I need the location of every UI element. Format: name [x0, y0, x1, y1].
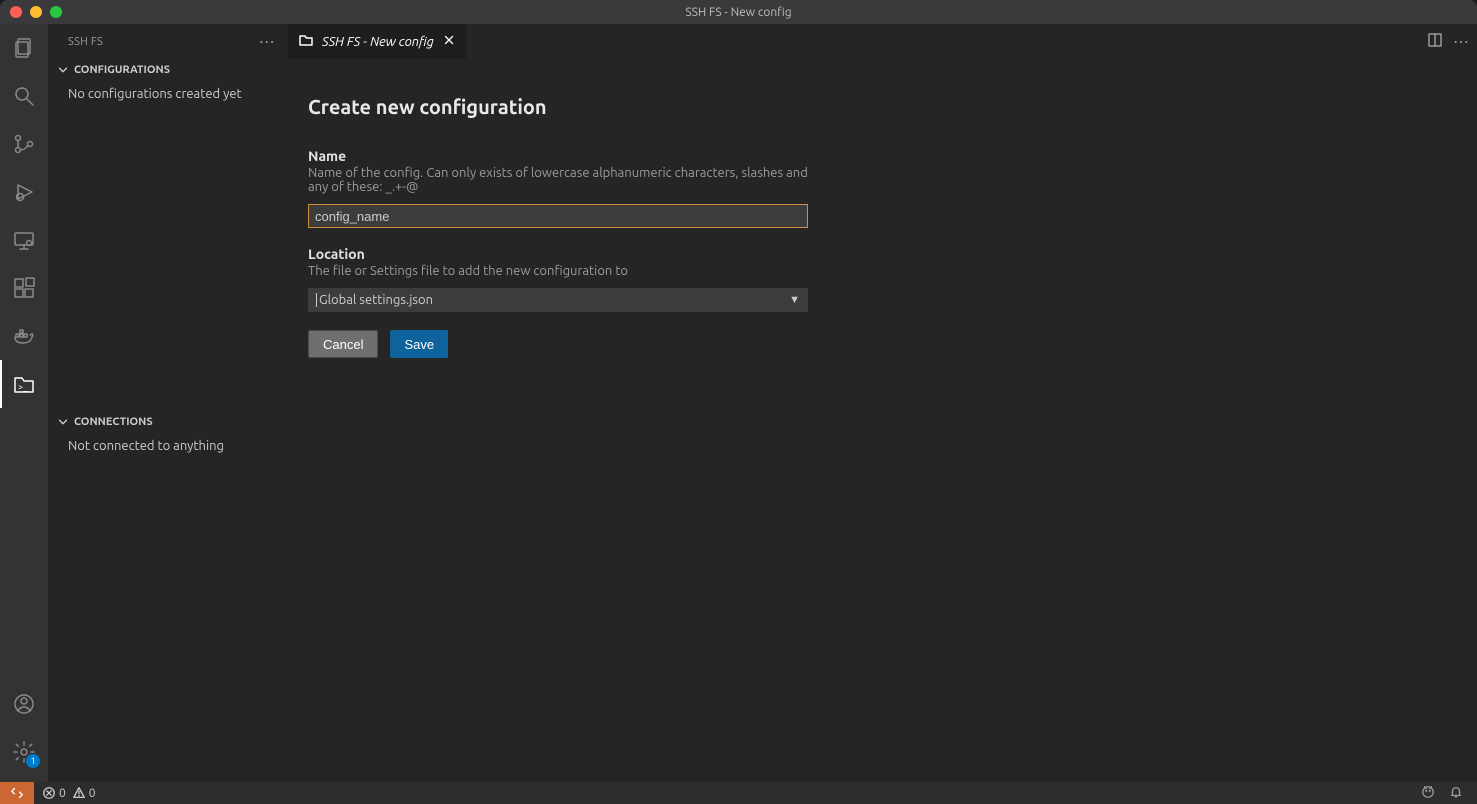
save-button[interactable]: Save [390, 330, 448, 358]
section-label-configurations: CONFIGURATIONS [74, 64, 170, 76]
search-icon[interactable] [0, 72, 48, 120]
run-debug-icon[interactable] [0, 168, 48, 216]
window-minimize-button[interactable] [30, 6, 42, 18]
remote-indicator[interactable] [0, 782, 34, 804]
configurations-empty-text: No configurations created yet [48, 81, 287, 411]
editor-content: Create new configuration Name Name of th… [288, 59, 1477, 782]
warning-icon [72, 786, 86, 800]
activity-bar: >_ 1 [0, 24, 48, 782]
section-label-connections: CONNECTIONS [74, 416, 153, 428]
status-warning-count: 0 [89, 787, 96, 800]
error-icon [42, 786, 56, 800]
split-editor-icon[interactable] [1427, 32, 1443, 51]
remote-explorer-icon[interactable] [0, 216, 48, 264]
dropdown-arrow-icon: ▼ [789, 294, 800, 306]
folder-icon [298, 32, 314, 51]
source-control-icon[interactable] [0, 120, 48, 168]
location-select[interactable]: Global settings.json ▼ [308, 288, 808, 312]
notifications-bell-icon[interactable] [1449, 785, 1463, 802]
extensions-icon[interactable] [0, 264, 48, 312]
sidebar: SSH FS ⋯ CONFIGURATIONS No configuration… [48, 24, 288, 782]
window-close-button[interactable] [10, 6, 22, 18]
location-selected-value: Global settings.json [319, 293, 433, 307]
cancel-button[interactable]: Cancel [308, 330, 378, 358]
tab-sshfs-new-config[interactable]: SSH FS - New config [288, 24, 467, 59]
window-title: SSH FS - New config [0, 6, 1477, 19]
title-bar: SSH FS - New config [0, 0, 1477, 24]
docker-icon[interactable] [0, 312, 48, 360]
svg-text:>_: >_ [18, 382, 28, 392]
settings-badge: 1 [26, 754, 40, 768]
status-bar: 0 0 [0, 782, 1477, 804]
tab-close-icon[interactable] [442, 33, 456, 50]
connections-empty-text: Not connected to anything [48, 433, 287, 463]
config-name-input[interactable] [308, 204, 808, 228]
field-label-name: Name [308, 148, 828, 164]
field-label-location: Location [308, 246, 828, 262]
field-desc-location: The file or Settings file to add the new… [308, 264, 828, 278]
tab-label: SSH FS - New config [322, 35, 434, 49]
sidebar-title: SSH FS [68, 36, 103, 48]
chevron-down-icon [56, 415, 70, 429]
page-title: Create new configuration [308, 95, 1477, 118]
window-zoom-button[interactable] [50, 6, 62, 18]
settings-gear-icon[interactable]: 1 [0, 728, 48, 776]
status-warnings[interactable]: 0 [72, 786, 96, 800]
sshfs-icon[interactable]: >_ [0, 360, 48, 408]
field-desc-name: Name of the config. Can only exists of l… [308, 166, 828, 194]
accounts-icon[interactable] [0, 680, 48, 728]
status-error-count: 0 [59, 787, 66, 800]
sidebar-more-icon[interactable]: ⋯ [259, 34, 275, 50]
feedback-icon[interactable] [1421, 785, 1435, 802]
tab-bar: SSH FS - New config ⋯ [288, 24, 1477, 59]
section-header-connections[interactable]: CONNECTIONS [48, 411, 287, 433]
explorer-icon[interactable] [0, 24, 48, 72]
section-header-configurations[interactable]: CONFIGURATIONS [48, 59, 287, 81]
editor-more-icon[interactable]: ⋯ [1453, 34, 1469, 50]
chevron-down-icon [56, 63, 70, 77]
status-errors[interactable]: 0 [42, 786, 66, 800]
